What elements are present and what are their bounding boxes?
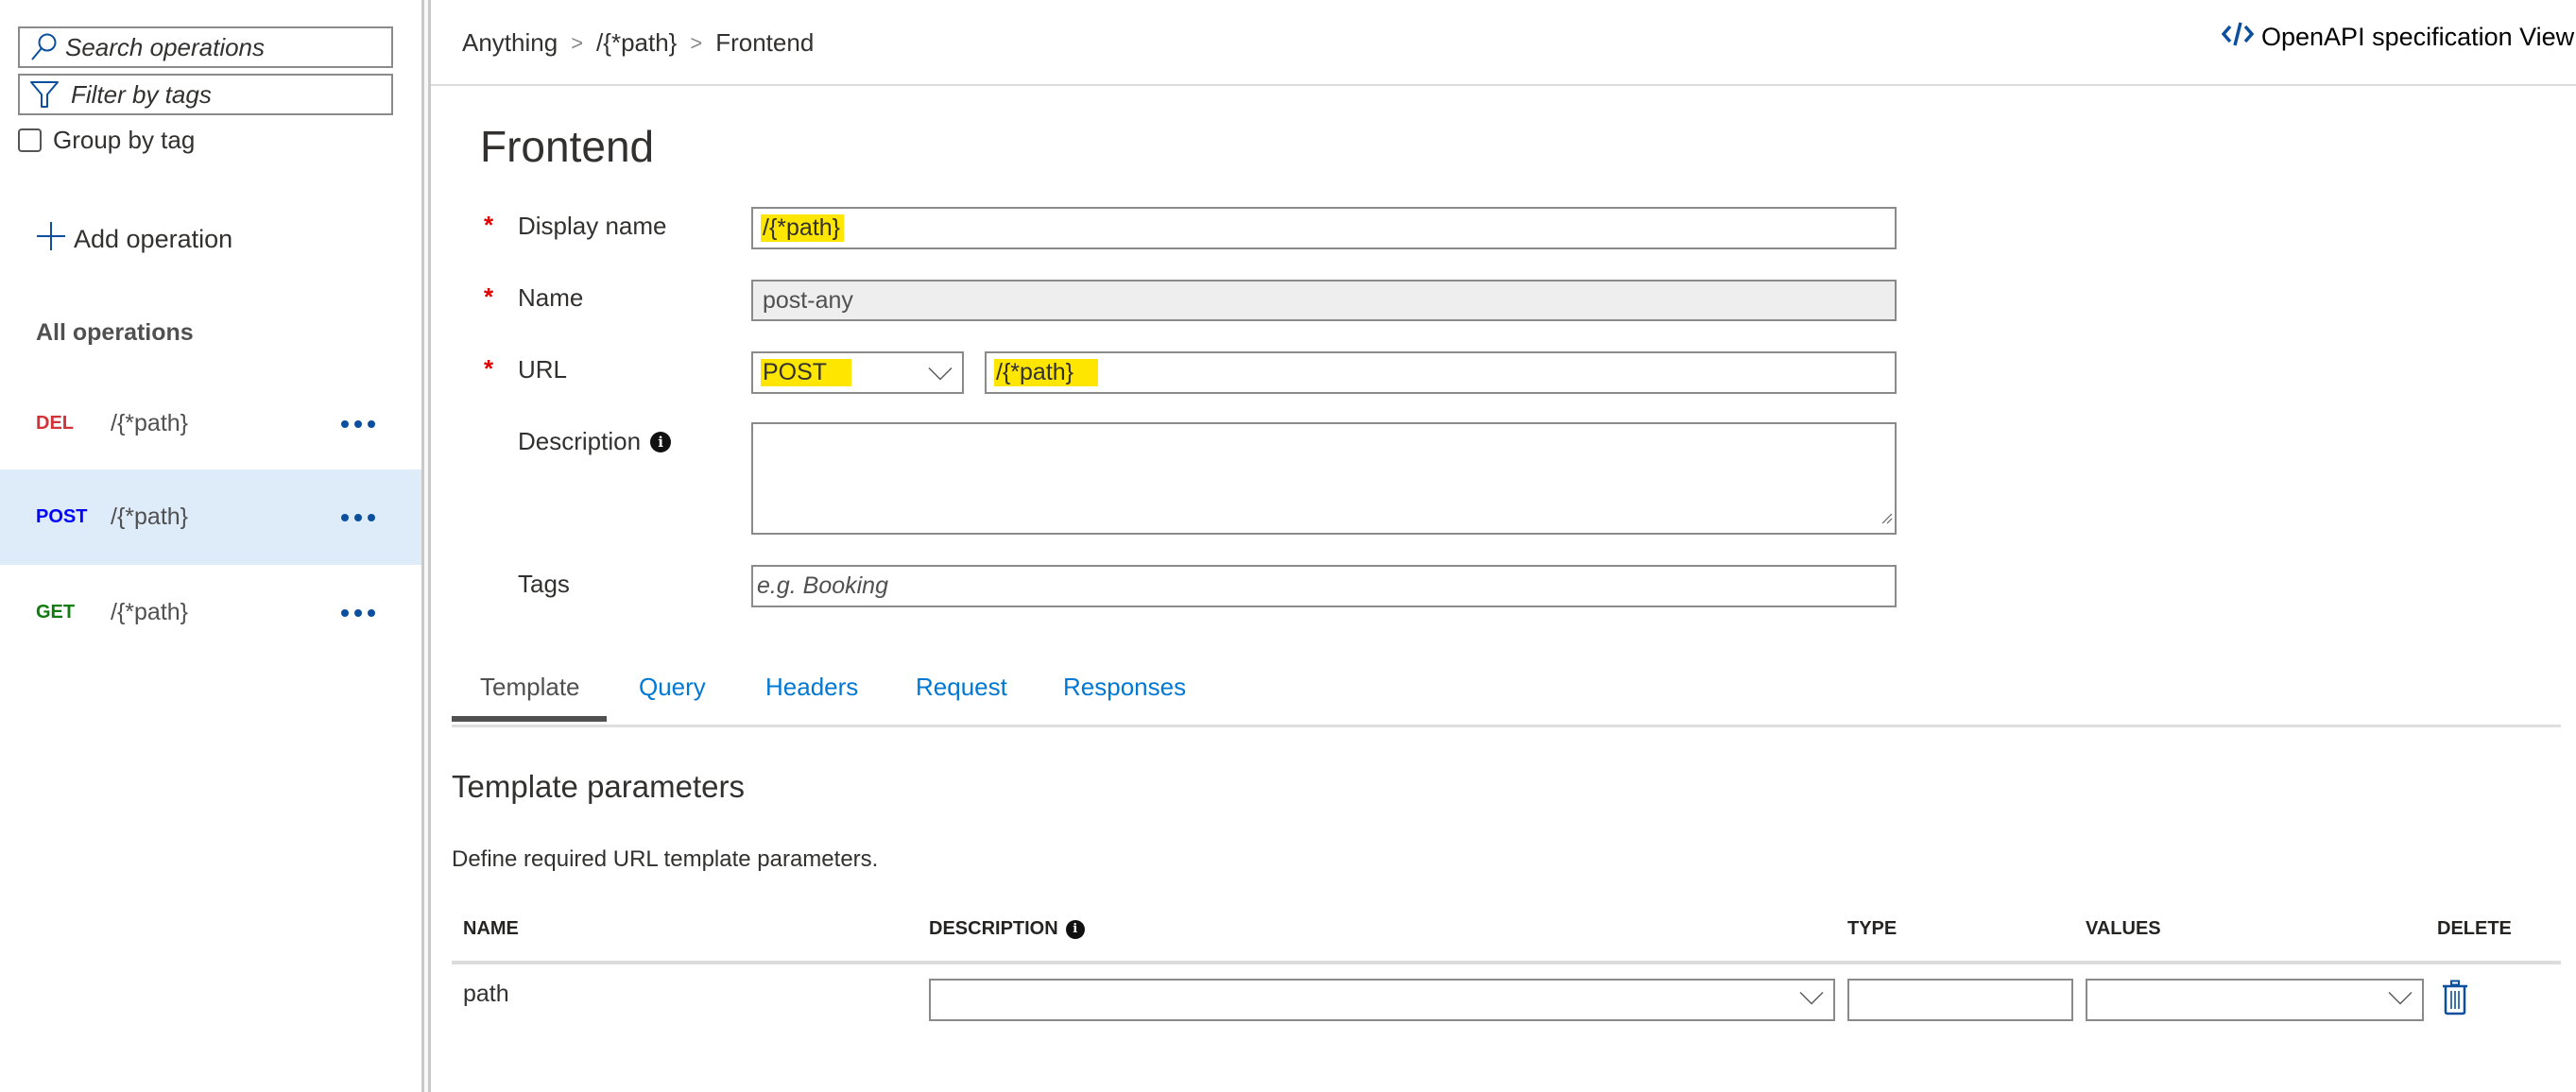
breadcrumb: Anything > /{*path} > Frontend	[462, 28, 814, 58]
param-name: path	[463, 981, 509, 1007]
section-description: Define required URL template parameters.	[452, 846, 879, 872]
search-icon	[24, 28, 65, 66]
group-by-tag-label: Group by tag	[53, 126, 196, 154]
tags-input[interactable]: e.g. Booking	[751, 565, 1897, 607]
http-method-value: POST	[761, 359, 852, 386]
tab-responses[interactable]: Responses	[1063, 673, 1186, 702]
column-header-description-text: DESCRIPTION	[929, 918, 1058, 939]
tab-template[interactable]: Template	[480, 673, 580, 702]
required-marker: *	[484, 211, 494, 239]
operation-row-del[interactable]: DEL /{*path}	[0, 376, 421, 471]
info-icon[interactable]: i	[650, 431, 672, 452]
http-method-select[interactable]: POST	[751, 351, 964, 394]
description-label-text: Description	[518, 427, 642, 455]
display-name-label: Display name	[518, 212, 667, 240]
display-name-input[interactable]: /{*path}	[751, 207, 1897, 249]
column-header-name: NAME	[463, 918, 519, 939]
chevron-down-icon	[1799, 991, 1824, 1009]
more-options-icon[interactable]	[341, 513, 375, 521]
chevron-down-icon	[2388, 991, 2413, 1009]
filter-by-tags-input[interactable]	[71, 79, 383, 110]
openapi-spec-view-label: OpenAPI specification View	[2261, 23, 2575, 51]
column-header-type: TYPE	[1847, 918, 1898, 939]
column-header-delete: DELETE	[2437, 918, 2512, 939]
column-header-values: VALUES	[2086, 918, 2161, 939]
tags-label: Tags	[518, 570, 570, 598]
all-operations-heading[interactable]: All operations	[36, 319, 194, 347]
operation-row-post[interactable]: POST /{*path}	[0, 469, 421, 565]
url-template-input[interactable]: /{*path}	[985, 351, 1897, 394]
param-description-select[interactable]	[929, 979, 1835, 1021]
breadcrumb-separator: >	[571, 30, 584, 55]
chevron-down-icon	[928, 359, 953, 386]
tags-placeholder: e.g. Booking	[757, 572, 888, 599]
add-operation-label: Add operation	[74, 225, 233, 253]
tab-query[interactable]: Query	[639, 673, 706, 702]
param-values-select[interactable]	[2086, 979, 2424, 1021]
column-header-description: DESCRIPTION i	[929, 918, 1085, 940]
method-badge: GET	[36, 602, 76, 623]
search-operations-input[interactable]	[65, 32, 377, 62]
trash-icon	[2443, 980, 2467, 1015]
name-input: post-any	[751, 280, 1897, 321]
active-tab-indicator	[452, 716, 607, 722]
description-label: Description i	[518, 427, 672, 456]
name-label: Name	[518, 283, 584, 312]
method-badge: POST	[36, 506, 88, 527]
breadcrumb-separator: >	[690, 30, 703, 55]
operation-tabs: Template Query Headers Request Responses	[452, 669, 2561, 727]
filter-icon	[24, 76, 65, 113]
table-header-divider	[452, 961, 2561, 964]
filter-by-tags-box[interactable]	[18, 74, 393, 115]
operation-path: /{*path}	[111, 503, 189, 530]
delete-param-button[interactable]	[2441, 980, 2469, 1020]
url-label: URL	[518, 355, 568, 384]
url-template-value: /{*path}	[994, 359, 1099, 386]
sidebar-resize-handle[interactable]	[421, 0, 431, 1092]
plus-icon	[36, 221, 66, 258]
required-marker: *	[484, 354, 494, 383]
page-title: Frontend	[480, 122, 655, 171]
param-type-input[interactable]	[1847, 979, 2073, 1021]
operations-sidebar: Group by tag Add operation All operation…	[0, 0, 421, 1092]
breadcrumb-item[interactable]: Anything	[462, 28, 558, 58]
tab-headers[interactable]: Headers	[765, 673, 858, 702]
code-icon	[2221, 21, 2255, 54]
header-divider	[431, 84, 2576, 86]
add-operation-button[interactable]: Add operation	[36, 221, 232, 258]
breadcrumb-item[interactable]: /{*path}	[596, 28, 677, 58]
tab-request[interactable]: Request	[916, 673, 1007, 702]
operation-row-get[interactable]: GET /{*path}	[0, 565, 421, 660]
more-options-icon[interactable]	[341, 419, 375, 428]
description-textarea[interactable]	[751, 422, 1897, 535]
breadcrumb-item-current: Frontend	[715, 28, 815, 57]
name-value: post-any	[763, 286, 853, 314]
operation-path: /{*path}	[111, 599, 189, 625]
group-by-tag-checkbox[interactable]	[18, 128, 42, 152]
section-title: Template parameters	[452, 769, 745, 804]
required-marker: *	[484, 282, 494, 311]
info-icon[interactable]: i	[1065, 919, 1085, 939]
group-by-tag-toggle[interactable]: Group by tag	[18, 126, 195, 155]
openapi-spec-view-button[interactable]: OpenAPI specification View	[2221, 21, 2575, 54]
operation-path: /{*path}	[111, 410, 189, 436]
search-operations-box[interactable]	[18, 26, 393, 68]
display-name-value: /{*path}	[761, 214, 845, 242]
method-badge: DEL	[36, 413, 74, 434]
more-options-icon[interactable]	[341, 608, 375, 617]
resize-grip-icon[interactable]	[1880, 503, 1893, 531]
